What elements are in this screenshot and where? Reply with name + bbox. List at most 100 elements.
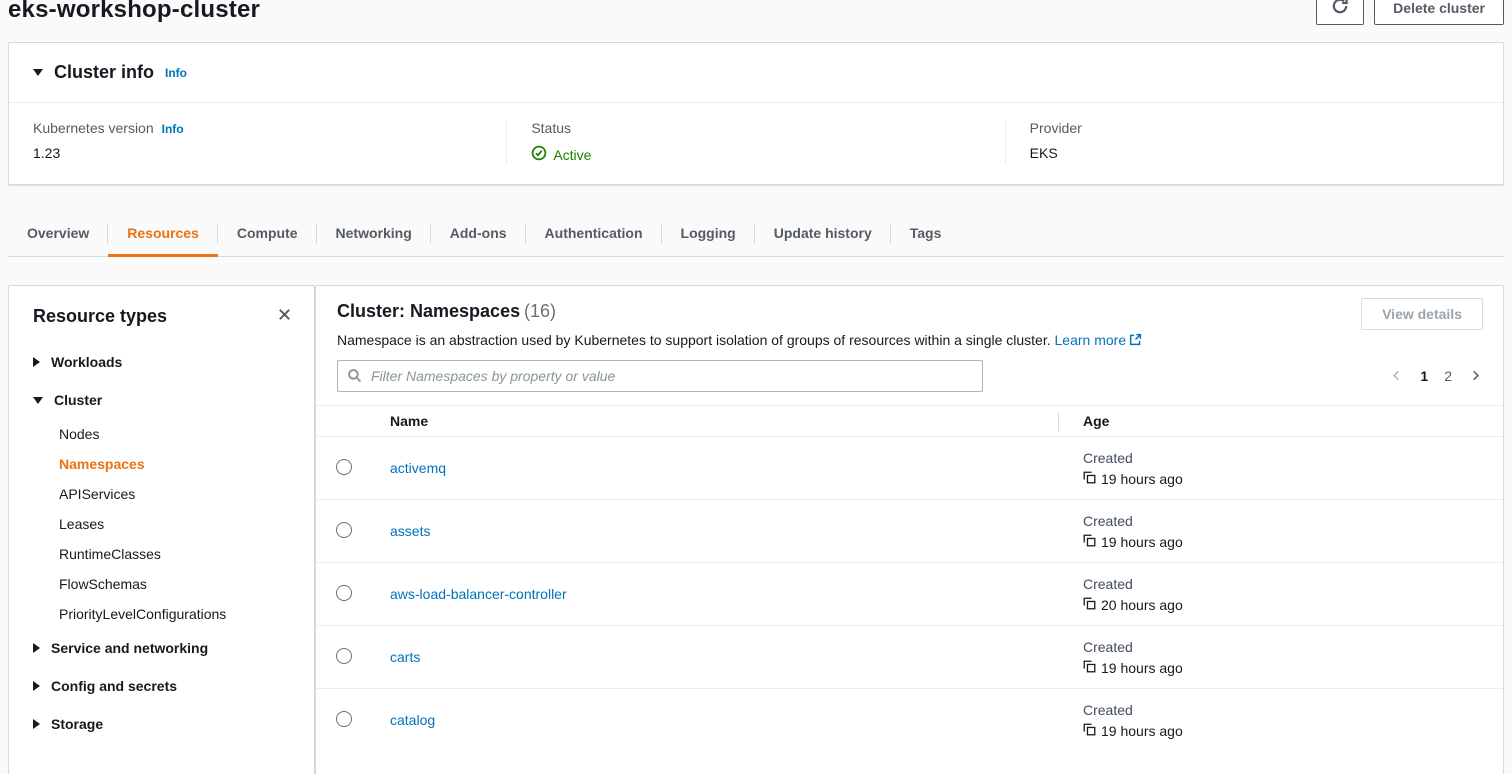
cluster-info-title: Cluster info [54,62,154,83]
tab-overview[interactable]: Overview [8,210,108,256]
tab-resources[interactable]: Resources [108,210,218,256]
table-row: aws-load-balancer-controller Created 20 … [316,563,1503,626]
table-row: assets Created 19 hours ago [316,500,1503,563]
copy-icon[interactable] [1083,471,1096,487]
caret-right-icon [33,357,40,367]
namespace-link-assets[interactable]: assets [390,523,430,539]
status-text: Active [553,147,591,163]
row-radio-carts[interactable] [336,648,352,664]
age-column-header[interactable]: Age [1058,406,1503,437]
refresh-button[interactable] [1316,0,1364,25]
namespaces-table: Name Age activemq Created 19 hours ago [316,405,1503,752]
sidebar-item-leases[interactable]: Leases [9,509,314,539]
created-label: Created [1083,576,1503,592]
tree-group-config-and-secrets[interactable]: Config and secrets [9,667,314,705]
cluster-info-info-link[interactable]: Info [165,66,187,80]
description-text: Namespace is an abstraction used by Kube… [337,332,1051,348]
cluster-info-header[interactable]: Cluster info Info [9,43,1503,103]
name-column-header[interactable]: Name [390,406,1058,437]
caret-right-icon [33,681,40,691]
status-field: Status Active [506,120,1004,164]
tree-group-storage[interactable]: Storage [9,705,314,743]
row-radio-catalog[interactable] [336,711,352,727]
namespace-link-activemq[interactable]: activemq [390,460,446,476]
sidebar-item-flowschemas[interactable]: FlowSchemas [9,569,314,599]
pagination: 1 2 [1389,367,1483,386]
caret-right-icon [33,719,40,729]
created-label: Created [1083,702,1503,718]
tab-logging[interactable]: Logging [662,210,755,256]
copy-icon[interactable] [1083,534,1096,550]
tree-group-label: Storage [51,716,103,732]
tree-group-cluster[interactable]: Cluster [9,381,314,419]
sidebar-item-apiservices[interactable]: APIServices [9,479,314,509]
copy-icon[interactable] [1083,660,1096,676]
namespaces-count: (16) [524,301,556,321]
tree-group-label: Workloads [51,354,122,370]
cluster-tabs: Overview Resources Compute Networking Ad… [8,210,1504,257]
resource-types-panel: Resource types Workloads Cluster Nodes [8,285,315,774]
tab-authentication[interactable]: Authentication [526,210,662,256]
learn-more-label: Learn more [1055,332,1127,348]
tab-update-history[interactable]: Update history [755,210,891,256]
close-icon [277,307,292,325]
page-number-2[interactable]: 2 [1444,368,1452,384]
resource-types-header: Resource types [9,286,314,333]
close-resource-types-button[interactable] [273,303,296,329]
sidebar-item-namespaces[interactable]: Namespaces [9,449,314,479]
namespaces-panel: Cluster: Namespaces (16) View details Na… [315,285,1504,774]
created-label: Created [1083,639,1503,655]
namespace-filter-input[interactable] [337,360,983,392]
view-details-button[interactable]: View details [1361,298,1483,330]
next-page-button[interactable] [1468,367,1483,386]
refresh-icon [1331,0,1349,18]
created-label: Created [1083,450,1503,466]
table-row: carts Created 19 hours ago [316,626,1503,689]
provider-value: EKS [1030,145,1479,161]
eks-cluster-page: eks-workshop-cluster Delete cluster Clus… [0,0,1512,774]
resource-types-tree: Workloads Cluster Nodes Namespaces APISe… [9,333,314,759]
tree-group-service-and-networking[interactable]: Service and networking [9,629,314,667]
tree-group-label: Service and networking [51,640,208,656]
namespaces-title: Cluster: Namespaces [337,301,520,321]
caret-down-icon [33,397,43,404]
tab-networking[interactable]: Networking [317,210,431,256]
provider-field: Provider EKS [1005,120,1503,164]
cluster-group-items: Nodes Namespaces APIServices Leases Runt… [9,419,314,629]
kubernetes-version-value: 1.23 [33,145,482,161]
kubernetes-version-info-link[interactable]: Info [162,122,184,136]
row-radio-aws-load-balancer-controller[interactable] [336,585,352,601]
kubernetes-version-field: Kubernetes version Info 1.23 [9,120,506,164]
copy-icon[interactable] [1083,723,1096,739]
age-value: 19 hours ago [1101,723,1183,739]
filter-wrap [337,360,983,392]
tab-tags[interactable]: Tags [891,210,961,256]
row-radio-assets[interactable] [336,522,352,538]
chevron-left-icon [1391,369,1402,384]
copy-icon[interactable] [1083,597,1096,613]
sidebar-item-nodes[interactable]: Nodes [9,419,314,449]
tree-group-workloads[interactable]: Workloads [9,343,314,381]
created-label: Created [1083,513,1503,529]
page-number-1[interactable]: 1 [1420,368,1428,384]
row-radio-activemq[interactable] [336,459,352,475]
tree-group-label: Cluster [54,392,102,408]
namespaces-header: Cluster: Namespaces (16) View details [316,286,1503,322]
tab-add-ons[interactable]: Add-ons [431,210,526,256]
previous-page-button[interactable] [1389,367,1404,386]
delete-cluster-button[interactable]: Delete cluster [1374,0,1504,25]
namespace-link-catalog[interactable]: catalog [390,712,435,728]
sidebar-item-runtimeclasses[interactable]: RuntimeClasses [9,539,314,569]
header-actions: Delete cluster [1316,0,1504,25]
namespace-link-aws-load-balancer-controller[interactable]: aws-load-balancer-controller [390,586,567,602]
tab-compute[interactable]: Compute [218,210,317,256]
sidebar-item-prioritylevelconfigurations[interactable]: PriorityLevelConfigurations [9,599,314,629]
filter-row: 1 2 [316,349,1503,392]
provider-label: Provider [1030,120,1082,136]
table-row: catalog Created 19 hours ago [316,689,1503,752]
collapse-caret-icon[interactable] [33,69,43,76]
learn-more-link[interactable]: Learn more [1055,332,1143,348]
namespace-link-carts[interactable]: carts [390,649,420,665]
cluster-info-fields: Kubernetes version Info 1.23 Status [9,103,1503,182]
page-title: eks-workshop-cluster [8,0,260,24]
